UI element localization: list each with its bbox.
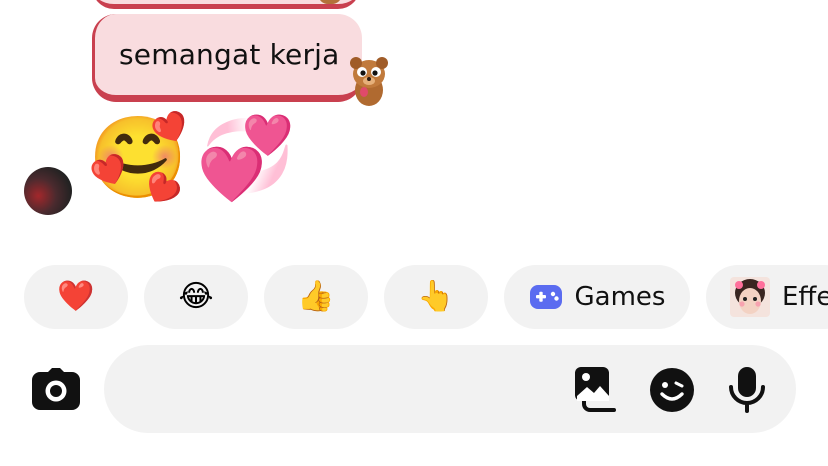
gallery-icon[interactable] xyxy=(574,366,620,412)
previous-message-bubble[interactable] xyxy=(92,0,360,9)
quick-reply-laugh[interactable]: 😂 xyxy=(144,265,248,329)
message-text: semangat kerja xyxy=(119,38,340,71)
effects-thumbnail xyxy=(730,277,770,317)
quick-reply-heart[interactable]: ❤️ xyxy=(24,265,128,329)
games-label: Games xyxy=(574,282,666,312)
heart-icon: ❤️ xyxy=(57,279,95,314)
quick-reply-point-up[interactable]: 👆 xyxy=(384,265,488,329)
thumbs-up-icon: 👍 xyxy=(297,279,335,314)
camera-icon[interactable] xyxy=(32,368,80,410)
bear-sticker-icon xyxy=(350,57,388,106)
message-bubble[interactable]: semangat kerja xyxy=(92,14,362,102)
gamepad-icon xyxy=(529,285,562,309)
effects-button[interactable]: Effe xyxy=(706,265,828,329)
point-up-icon: 👆 xyxy=(417,279,455,314)
laughing-icon: 😂 xyxy=(178,279,214,314)
sticker-icon[interactable] xyxy=(649,367,695,413)
games-button[interactable]: Games xyxy=(504,265,690,329)
microphone-icon[interactable] xyxy=(728,366,766,414)
revolving-hearts-emoji[interactable]: 💞 xyxy=(196,118,296,198)
smiling-hearts-emoji[interactable]: 🥰 xyxy=(88,118,188,198)
effects-label: Effe xyxy=(782,282,828,312)
quick-reply-row: ❤️ 😂 👍 👆 Games Effe xyxy=(0,265,828,329)
quick-reply-thumbs-up[interactable]: 👍 xyxy=(264,265,368,329)
avatar[interactable] xyxy=(24,167,72,215)
